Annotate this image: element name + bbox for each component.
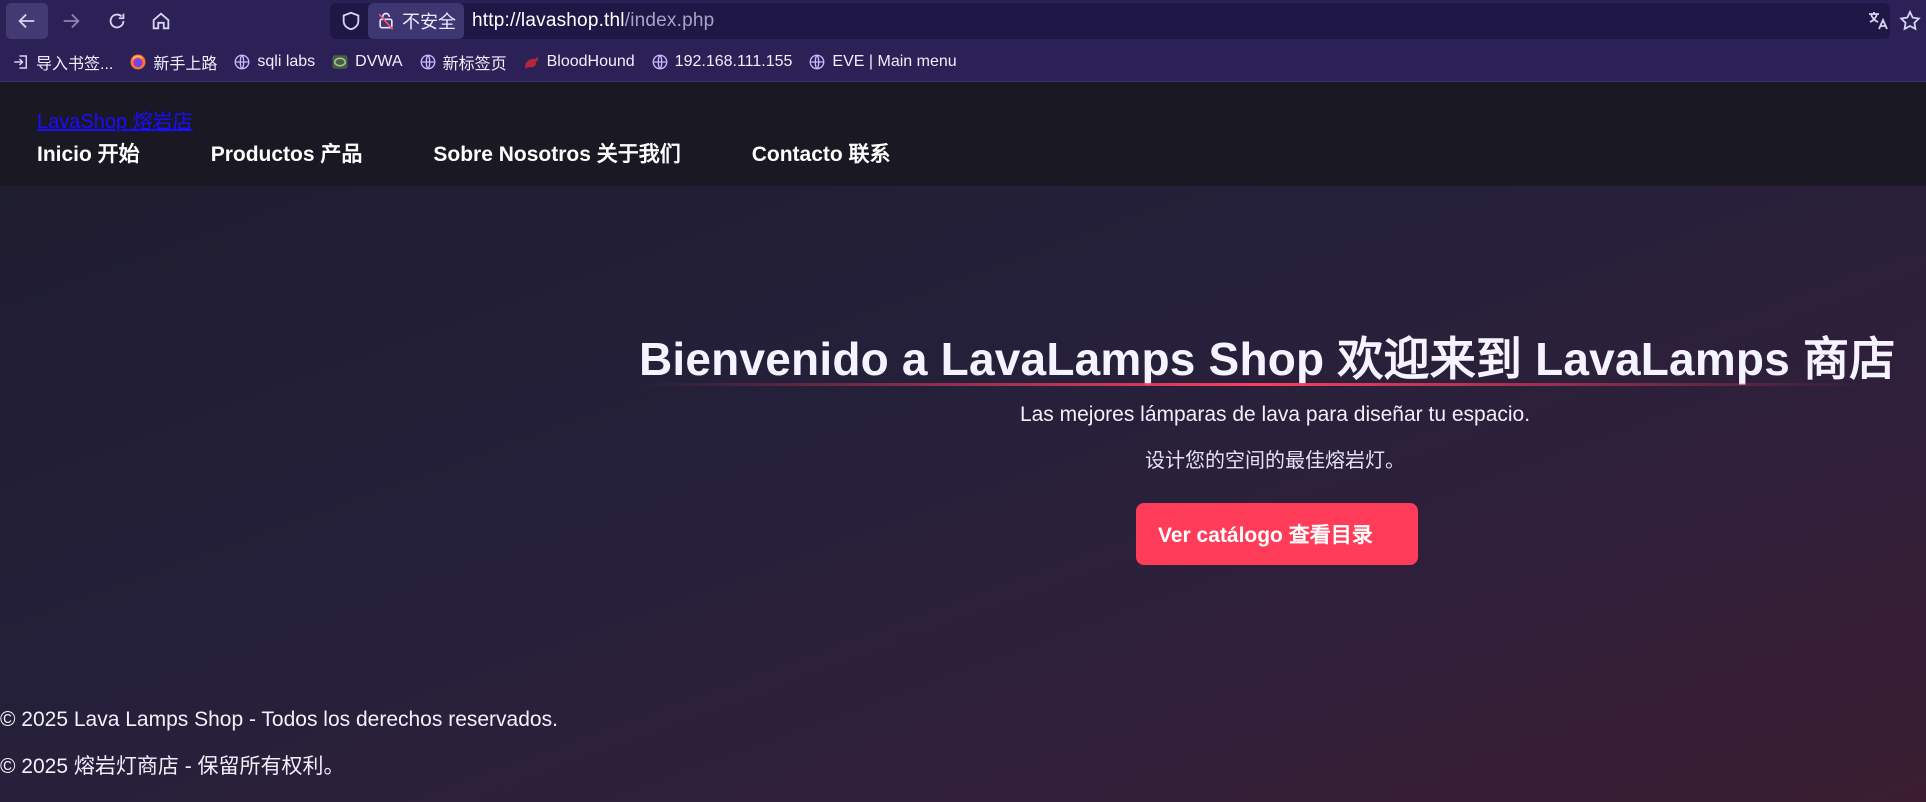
arrow-right-icon — [63, 13, 80, 29]
bookmark-label: BloodHound — [546, 52, 635, 70]
hero-subtitle-zh: 设计您的空间的最佳熔岩灯。 — [1145, 450, 1405, 472]
back-button[interactable] — [6, 3, 48, 39]
bookmark-dvwa[interactable]: DVWA — [331, 48, 403, 76]
bookmark-star-icon[interactable] — [1898, 9, 1922, 33]
bookmark-label: sqli labs — [257, 52, 316, 70]
reload-icon — [109, 13, 125, 29]
bookmark-ip[interactable]: 192.168.111.155 — [651, 48, 793, 76]
globe-icon — [420, 54, 436, 69]
security-label: 不安全 — [402, 12, 456, 32]
bookmarks-bar: 导入书签... 新手上路 sqli labs DVWA 新标签页 BloodHo… — [0, 42, 1926, 82]
nav-products[interactable]: Productos 产品 — [211, 138, 363, 168]
url-text[interactable]: http://lavashop.thl/index.php — [472, 10, 714, 32]
nav-home[interactable]: Inicio 开始 — [37, 138, 140, 168]
footer-copyright-es: © 2025 Lava Lamps Shop - Todos los derec… — [0, 708, 558, 731]
bookmark-new-tab[interactable]: 新标签页 — [419, 48, 507, 76]
hero-underline — [639, 383, 1871, 386]
bookmark-label: 新手上路 — [153, 55, 218, 73]
translate-icon[interactable] — [1866, 9, 1890, 33]
bookmark-import[interactable]: 导入书签... — [12, 48, 113, 76]
bookmark-label: 导入书签... — [36, 55, 114, 73]
browser-toolbar: 不安全 http://lavashop.thl/index.php — [0, 0, 1926, 42]
bookmark-sqli-labs[interactable]: sqli labs — [233, 48, 315, 76]
main-nav: Inicio 开始 Productos 产品 Sobre Nosotros 关于… — [37, 138, 962, 168]
bloodhound-icon — [524, 56, 538, 69]
view-catalog-button[interactable]: Ver catálogo 查看目录 — [1136, 503, 1418, 565]
globe-icon — [652, 54, 668, 69]
footer-copyright-zh: © 2025 熔岩灯商店 - 保留所有权利。 — [0, 755, 345, 778]
globe-icon — [234, 54, 250, 69]
dvwa-icon — [332, 54, 348, 69]
site-security-indicator[interactable]: 不安全 — [368, 3, 464, 39]
bookmark-label: 新标签页 — [442, 55, 507, 73]
home-icon — [152, 12, 170, 30]
globe-icon — [809, 54, 825, 69]
home-button[interactable] — [140, 3, 182, 39]
url-path: /index.php — [624, 10, 715, 31]
bookmark-eve[interactable]: EVE | Main menu — [808, 48, 957, 76]
site-header: LavaShop 熔岩店 Inicio 开始 Productos 产品 Sobr… — [0, 83, 1926, 186]
import-icon — [14, 54, 27, 69]
url-host: http://lavashop.thl — [472, 10, 625, 31]
hero-subtitle-es: Las mejores lámparas de lava para diseña… — [1019, 403, 1531, 426]
bookmark-label: EVE | Main menu — [832, 52, 957, 70]
shield-icon[interactable] — [340, 9, 362, 33]
firefox-icon — [130, 54, 146, 69]
hero-title: Bienvenido a LavaLamps Shop 欢迎来到 LavaLam… — [639, 333, 1896, 385]
forward-button[interactable] — [50, 3, 92, 39]
reload-button[interactable] — [96, 3, 138, 39]
nav-about[interactable]: Sobre Nosotros 关于我们 — [433, 138, 680, 168]
bookmark-bloodhound[interactable]: BloodHound — [523, 48, 635, 76]
bookmark-label: 192.168.111.155 — [674, 52, 793, 70]
bookmark-label: DVWA — [355, 52, 403, 70]
nav-contact[interactable]: Contacto 联系 — [752, 138, 891, 168]
insecure-lock-icon — [378, 12, 394, 30]
page-content: LavaShop 熔岩店 Inicio 开始 Productos 产品 Sobr… — [0, 83, 1926, 802]
site-logo-link[interactable]: LavaShop 熔岩店 — [37, 105, 193, 134]
bookmark-getting-started[interactable]: 新手上路 — [129, 48, 217, 76]
arrow-left-icon — [18, 13, 35, 29]
